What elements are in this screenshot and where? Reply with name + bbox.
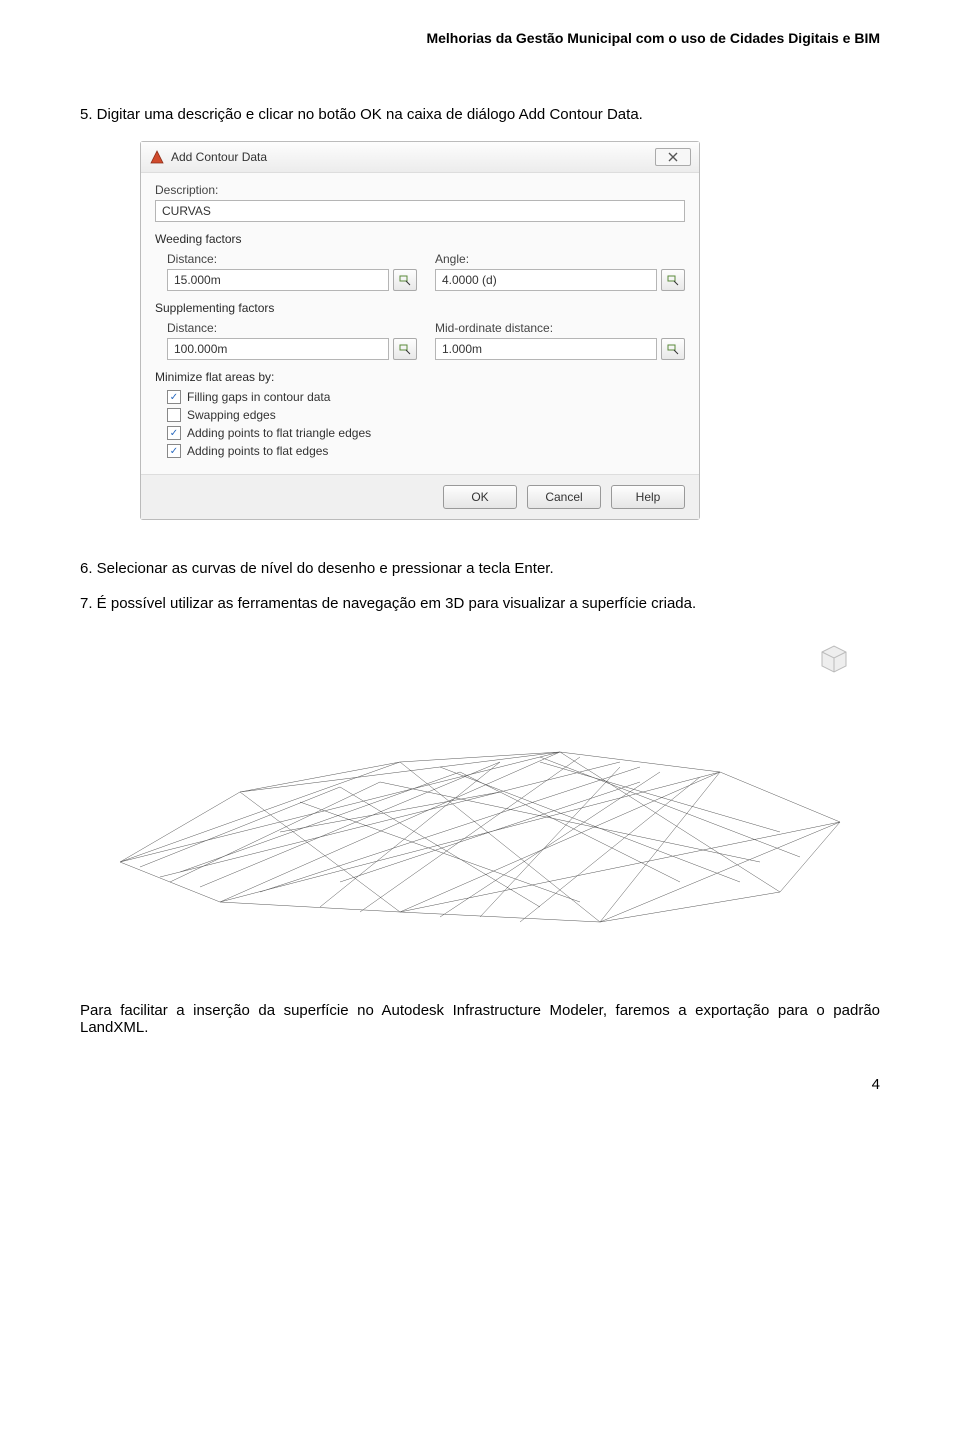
checkbox-icon: ✓	[167, 426, 181, 440]
checkbox-icon: ✓	[167, 444, 181, 458]
weed-distance-label: Distance:	[167, 252, 417, 266]
step-6-text: 6. Selecionar as curvas de nível do dese…	[80, 560, 880, 577]
dialog-footer: OK Cancel Help	[141, 474, 699, 519]
dialog-body: Description: Weeding factors Distance: A…	[141, 173, 699, 474]
chk-swap-edges[interactable]: Swapping edges	[167, 408, 685, 422]
sup-mid-input[interactable]	[435, 338, 657, 360]
pick-button[interactable]	[661, 269, 685, 291]
weed-distance-input[interactable]	[167, 269, 389, 291]
chk-label: Filling gaps in contour data	[187, 390, 330, 404]
weeding-factors-label: Weeding factors	[155, 232, 685, 246]
page-number: 4	[80, 1076, 880, 1093]
viewcube-icon[interactable]	[816, 640, 852, 676]
help-button[interactable]: Help	[611, 485, 685, 509]
pick-button[interactable]	[661, 338, 685, 360]
sup-distance-label: Distance:	[167, 321, 417, 335]
sup-mid-label: Mid-ordinate distance:	[435, 321, 685, 335]
sup-distance-input[interactable]	[167, 338, 389, 360]
ok-button[interactable]: OK	[443, 485, 517, 509]
description-label: Description:	[155, 183, 685, 197]
pick-button[interactable]	[393, 338, 417, 360]
cancel-button[interactable]: Cancel	[527, 485, 601, 509]
checkbox-icon: ✓	[167, 390, 181, 404]
step-5-text: 5. Digitar uma descrição e clicar no bot…	[80, 106, 880, 123]
supplementing-factors-label: Supplementing factors	[155, 301, 685, 315]
chk-fill-gaps[interactable]: ✓ Filling gaps in contour data	[167, 390, 685, 404]
description-input[interactable]	[155, 200, 685, 222]
add-contour-data-dialog: Add Contour Data Description: Weeding fa…	[140, 141, 700, 520]
3d-surface-figure	[80, 632, 880, 952]
minimize-label: Minimize flat areas by:	[155, 370, 685, 384]
chk-label: Adding points to flat triangle edges	[187, 426, 371, 440]
pick-button[interactable]	[393, 269, 417, 291]
checkbox-icon	[167, 408, 181, 422]
chk-label: Adding points to flat edges	[187, 444, 328, 458]
dialog-screenshot: Add Contour Data Description: Weeding fa…	[140, 141, 880, 520]
weed-angle-label: Angle:	[435, 252, 685, 266]
chk-adding-triangle[interactable]: ✓ Adding points to flat triangle edges	[167, 426, 685, 440]
close-button[interactable]	[655, 148, 691, 166]
weed-angle-input[interactable]	[435, 269, 657, 291]
chk-label: Swapping edges	[187, 408, 276, 422]
dialog-title: Add Contour Data	[171, 150, 267, 164]
final-paragraph: Para facilitar a inserção da superfície …	[80, 1002, 880, 1036]
page-header: Melhorias da Gestão Municipal com o uso …	[80, 30, 880, 46]
dialog-titlebar: Add Contour Data	[141, 142, 699, 173]
app-icon	[149, 149, 165, 165]
chk-adding-flat[interactable]: ✓ Adding points to flat edges	[167, 444, 685, 458]
step-7-text: 7. É possível utilizar as ferramentas de…	[80, 595, 880, 612]
